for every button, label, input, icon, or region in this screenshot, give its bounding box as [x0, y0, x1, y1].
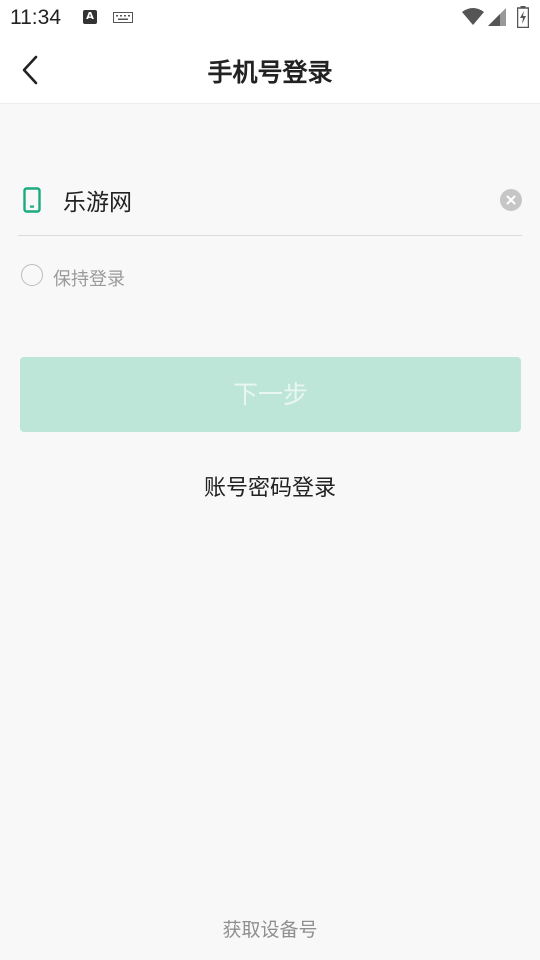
next-button[interactable]: 下一步: [20, 357, 521, 432]
get-device-id-link[interactable]: 获取设备号: [0, 915, 540, 942]
keep-login-label: 保持登录: [53, 269, 125, 290]
close-icon: [506, 195, 516, 205]
battery-charging-icon: [517, 6, 529, 28]
wifi-icon: [462, 8, 484, 25]
status-bar: 11:34 A: [0, 0, 540, 36]
signal-icon: [488, 8, 506, 26]
phone-input-row: [18, 164, 522, 236]
keyboard-icon: [113, 12, 133, 23]
mobile-phone-icon: [23, 187, 41, 213]
status-time: 11:34: [10, 6, 61, 29]
header: 手机号登录: [0, 36, 540, 104]
radio-circle-icon[interactable]: [21, 264, 43, 286]
a-notification-icon: A: [83, 10, 97, 24]
phone-input[interactable]: [63, 180, 483, 220]
clear-circle-icon[interactable]: [500, 189, 522, 211]
account-password-login-link[interactable]: 账号密码登录: [0, 470, 540, 502]
page-title: 手机号登录: [207, 58, 333, 87]
